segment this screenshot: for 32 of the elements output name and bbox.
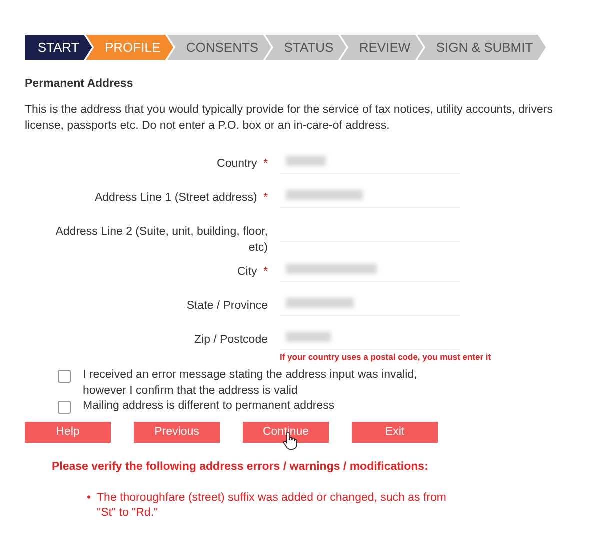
field-label: Address Line 1 (Street address) [94, 192, 258, 204]
required-mark: * [264, 192, 268, 204]
required-mark: * [264, 158, 268, 170]
progress-step: STATUS [265, 35, 347, 60]
progress-step: START [25, 35, 92, 60]
action-button[interactable]: Previous [134, 422, 220, 443]
field-label: Address Line 2 (Suite, unit, building, floor, etc) [56, 226, 268, 254]
checkbox[interactable] [58, 401, 71, 414]
required-mark: * [264, 266, 268, 278]
action-button[interactable]: Continue [243, 422, 329, 443]
action-button[interactable]: Exit [352, 422, 438, 443]
progress-step: REVIEW [340, 35, 424, 60]
field-label: City [238, 266, 258, 278]
warning-item: The thoroughfare (street) suffix was added or changed, such as from "St" to "Rd." [97, 490, 447, 522]
intro-paragraph: This is the address that you would typically provide for the service of tax notices, utility accounts, drivers license, passports etc. Do not enter a P.O. box or an in-care-of address. [25, 103, 554, 134]
blurred-value [286, 298, 354, 308]
progress-step: PROFILE [86, 35, 174, 60]
field-label: State / Province [186, 300, 268, 312]
field-error: If your country uses a postal code, you must enter it [280, 352, 492, 362]
field-label: Country [217, 158, 258, 170]
section-heading: Permanent Address [25, 78, 134, 90]
checkbox-label: Mailing address is different to permanent address [83, 399, 336, 414]
blurred-value [286, 156, 326, 166]
action-button[interactable]: Help [25, 422, 111, 443]
checkbox[interactable] [58, 370, 71, 384]
progress-step: SIGN & SUBMIT [418, 35, 546, 60]
blurred-value [286, 332, 331, 342]
checkbox-label: I received an error message stating the address input was invalid, however I confirm that the address is valid [83, 368, 418, 399]
bullet-mark: • [87, 490, 92, 506]
field-label: Zip / Postcode [194, 334, 268, 346]
warning-title: Please verify the following address errors / warnings / modifications: [52, 460, 430, 473]
progress-step: CONSENTS [167, 35, 272, 60]
